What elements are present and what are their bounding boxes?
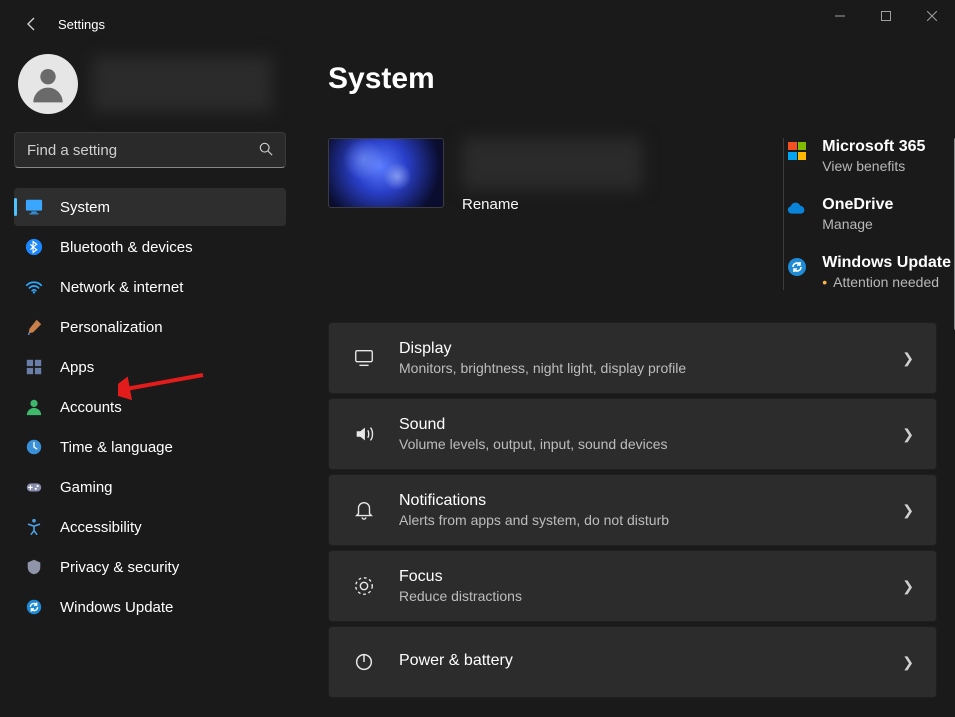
setting-title: Display — [399, 340, 880, 358]
chevron-right-icon: ❯ — [902, 654, 914, 671]
info-microsoft365[interactable]: Microsoft 365 View benefits — [784, 138, 951, 174]
nav-label: Apps — [60, 359, 94, 376]
chevron-right-icon: ❯ — [902, 578, 914, 595]
search-box[interactable] — [14, 132, 286, 168]
nav-label: Personalization — [60, 319, 163, 336]
wifi-icon — [24, 277, 44, 297]
focus-icon — [351, 573, 377, 599]
nav-label: Privacy & security — [60, 559, 179, 576]
setting-sound[interactable]: Sound Volume levels, output, input, soun… — [328, 398, 937, 470]
setting-notifications[interactable]: Notifications Alerts from apps and syste… — [328, 474, 937, 546]
device-thumbnail — [328, 138, 444, 208]
nav-accessibility[interactable]: Accessibility — [14, 508, 286, 546]
setting-title: Power & battery — [399, 652, 880, 670]
account-name-redacted — [92, 56, 272, 112]
nav-bluetooth[interactable]: Bluetooth & devices — [14, 228, 286, 266]
avatar — [18, 54, 78, 114]
setting-display[interactable]: Display Monitors, brightness, night ligh… — [328, 322, 937, 394]
sound-icon — [351, 421, 377, 447]
info-onedrive[interactable]: OneDrive Manage — [784, 196, 951, 232]
minimize-button[interactable] — [817, 0, 863, 32]
setting-sub: Alerts from apps and system, do not dist… — [399, 512, 880, 528]
nav-network[interactable]: Network & internet — [14, 268, 286, 306]
search-input[interactable] — [27, 142, 259, 159]
info-windows-update[interactable]: Windows Update Attention needed — [784, 254, 951, 290]
info-title: Windows Update — [822, 254, 951, 272]
shield-icon — [24, 557, 44, 577]
setting-focus[interactable]: Focus Reduce distractions ❯ — [328, 550, 937, 622]
nav-windows-update[interactable]: Windows Update — [14, 588, 286, 626]
nav-apps[interactable]: Apps — [14, 348, 286, 386]
nav-accounts[interactable]: Accounts — [14, 388, 286, 426]
setting-sub: Monitors, brightness, night light, displ… — [399, 360, 880, 376]
main: System Rename Microsoft 365 View benefit… — [300, 48, 955, 717]
nav-gaming[interactable]: Gaming — [14, 468, 286, 506]
onedrive-icon — [786, 198, 808, 220]
power-icon — [351, 649, 377, 675]
nav-time-language[interactable]: Time & language — [14, 428, 286, 466]
brush-icon — [24, 317, 44, 337]
rename-link[interactable]: Rename — [462, 196, 642, 213]
apps-icon — [24, 357, 44, 377]
gamepad-icon — [24, 477, 44, 497]
setting-sub: Reduce distractions — [399, 588, 880, 604]
nav-label: System — [60, 199, 110, 216]
info-cards: Microsoft 365 View benefits OneDrive Man… — [783, 138, 955, 290]
clock-icon — [24, 437, 44, 457]
display-icon — [351, 345, 377, 371]
maximize-button[interactable] — [863, 0, 909, 32]
setting-sub: Volume levels, output, input, sound devi… — [399, 436, 880, 452]
sidebar: System Bluetooth & devices Network & int… — [0, 48, 300, 717]
search-icon — [259, 142, 273, 159]
chevron-right-icon: ❯ — [902, 426, 914, 443]
info-title: OneDrive — [822, 196, 893, 214]
setting-power[interactable]: Power & battery ❯ — [328, 626, 937, 698]
setting-title: Focus — [399, 568, 880, 586]
nav-label: Bluetooth & devices — [60, 239, 193, 256]
setting-title: Notifications — [399, 492, 880, 510]
nav-label: Time & language — [60, 439, 173, 456]
nav-privacy[interactable]: Privacy & security — [14, 548, 286, 586]
nav-label: Accessibility — [60, 519, 142, 536]
bell-icon — [351, 497, 377, 523]
close-button[interactable] — [909, 0, 955, 32]
chevron-right-icon: ❯ — [902, 502, 914, 519]
nav-personalization[interactable]: Personalization — [14, 308, 286, 346]
person-icon — [24, 397, 44, 417]
accessibility-icon — [24, 517, 44, 537]
info-sub: View benefits — [822, 158, 925, 174]
nav-label: Windows Update — [60, 599, 173, 616]
info-sub: Attention needed — [822, 274, 951, 290]
nav-label: Network & internet — [60, 279, 183, 296]
monitor-icon — [24, 197, 44, 217]
update-icon — [24, 597, 44, 617]
nav-system[interactable]: System — [14, 188, 286, 226]
nav-label: Gaming — [60, 479, 113, 496]
nav-label: Accounts — [60, 399, 122, 416]
device-name-redacted — [462, 138, 642, 190]
info-sub: Manage — [822, 216, 893, 232]
titlebar: Settings — [0, 0, 955, 48]
page-title: System — [328, 62, 955, 96]
info-title: Microsoft 365 — [822, 138, 925, 156]
account-block[interactable] — [14, 54, 286, 114]
setting-title: Sound — [399, 416, 880, 434]
update-icon — [786, 256, 808, 278]
device-block: Rename — [328, 138, 642, 290]
nav: System Bluetooth & devices Network & int… — [14, 188, 286, 626]
back-button[interactable] — [20, 12, 44, 36]
chevron-right-icon: ❯ — [902, 350, 914, 367]
settings-list: Display Monitors, brightness, night ligh… — [328, 322, 955, 698]
app-title: Settings — [58, 17, 105, 32]
bluetooth-icon — [24, 237, 44, 257]
ms365-icon — [786, 140, 808, 162]
